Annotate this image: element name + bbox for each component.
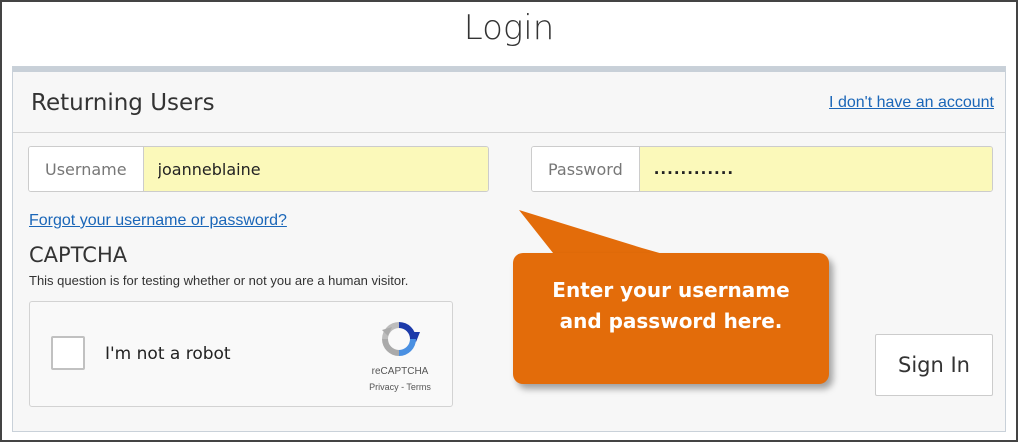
recaptcha-logo-icon — [382, 322, 420, 356]
recaptcha-brand: reCAPTCHA — [371, 366, 429, 377]
callout-line-2: and password here. — [559, 309, 783, 333]
panel-heading: Returning Users — [31, 90, 215, 116]
returning-users-panel: Returning Users I don't have an account … — [12, 66, 1006, 432]
captcha-help-text: This question is for testing whether or … — [29, 273, 409, 288]
callout-pointer — [519, 210, 677, 258]
login-window: Login Returning Users I don't have an ac… — [0, 0, 1018, 442]
recaptcha-terms-link[interactable]: Privacy - Terms — [340, 382, 460, 392]
panel-header: Returning Users I don't have an account — [13, 72, 1005, 133]
username-label: Username — [29, 147, 144, 191]
username-input[interactable] — [143, 147, 488, 191]
no-account-link[interactable]: I don't have an account — [829, 94, 994, 112]
page-title: Login — [463, 8, 555, 48]
username-field-group: Username — [28, 146, 489, 192]
forgot-credentials-link[interactable]: Forgot your username or password? — [29, 212, 287, 230]
not-robot-checkbox[interactable] — [51, 336, 85, 370]
instruction-callout: Enter your username and password here. — [513, 253, 829, 384]
callout-line-1: Enter your username — [552, 278, 790, 302]
password-label: Password — [532, 147, 640, 191]
sign-in-button[interactable]: Sign In — [875, 334, 993, 396]
callout-text: Enter your username and password here. — [513, 275, 829, 337]
recaptcha-widget: I'm not a robot reCAPTCHA Privacy - Term… — [29, 301, 453, 407]
password-field-group: Password — [531, 146, 993, 192]
captcha-heading: CAPTCHA — [29, 243, 128, 267]
not-robot-label: I'm not a robot — [105, 344, 231, 364]
password-input[interactable] — [639, 147, 992, 191]
